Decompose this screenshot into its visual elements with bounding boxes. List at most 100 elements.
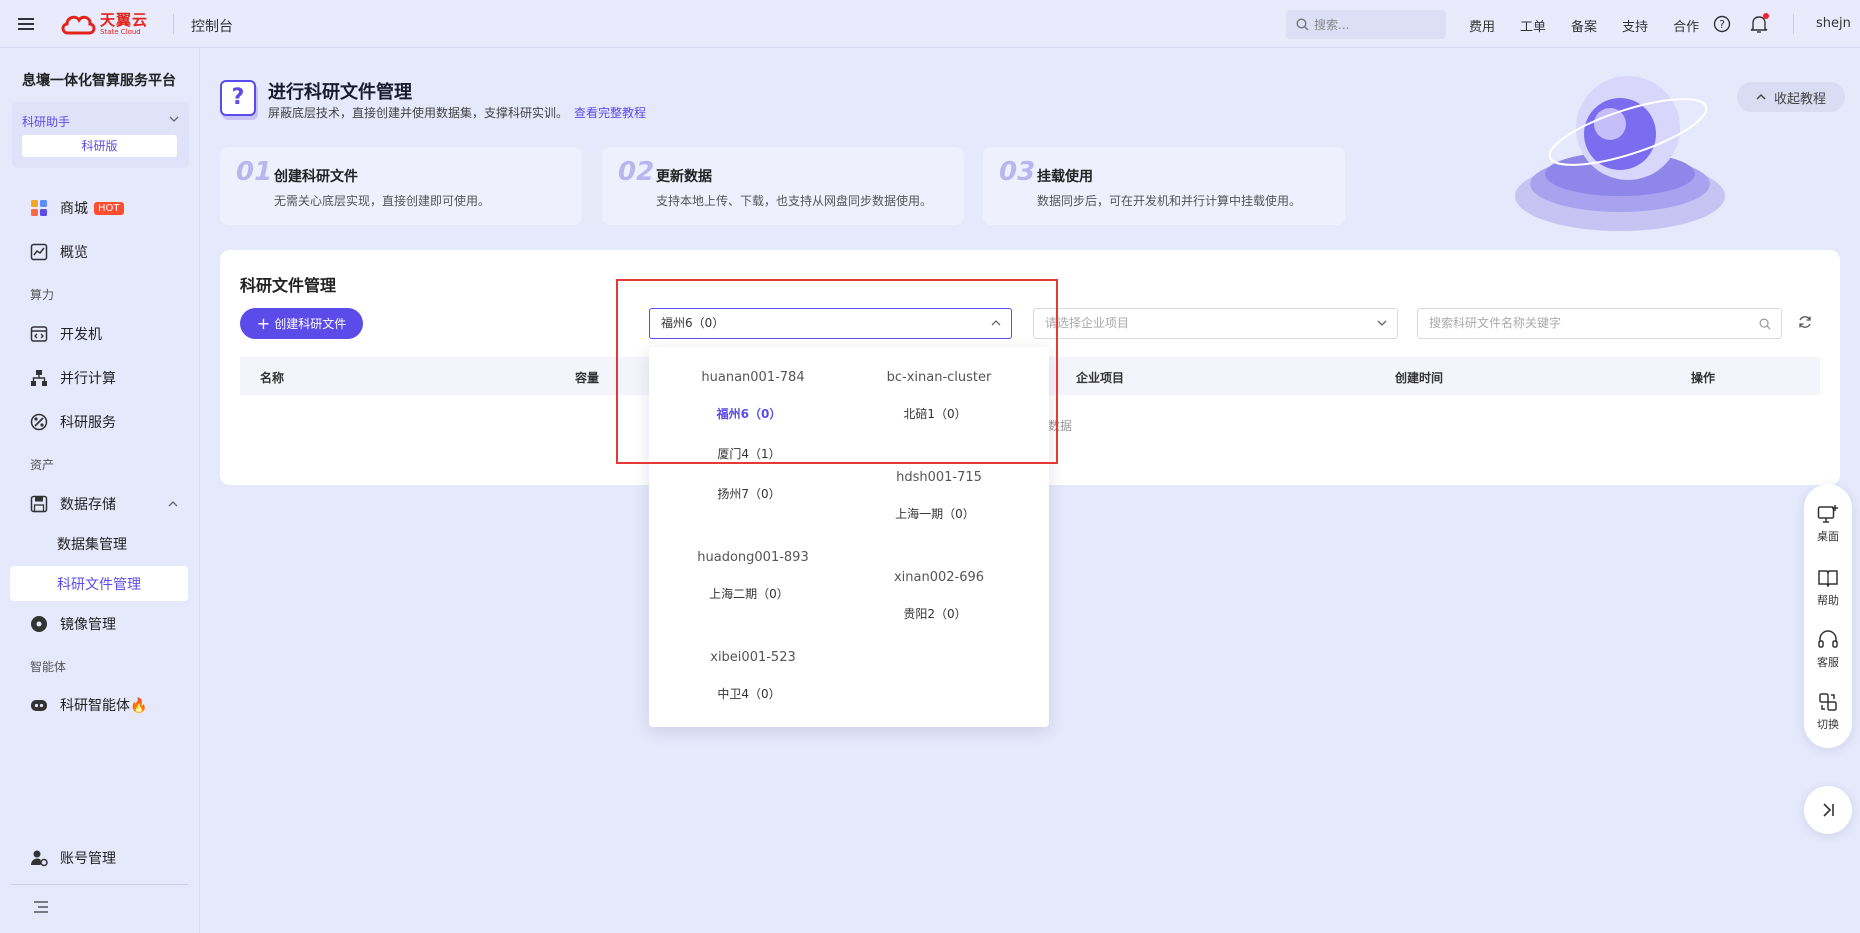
nav-filing[interactable]: 备案 (1571, 16, 1597, 35)
assistant-label: 科研助手 (22, 115, 71, 129)
sidebar-item-parallel[interactable]: 并行计算 (30, 368, 116, 388)
step-number: 02 (618, 157, 655, 187)
step-card: 02 更新数据 支持本地上传、下载，也支持从网盘同步数据使用。 (602, 147, 964, 225)
sidebar-item-label: 开发机 (60, 327, 102, 343)
divider (1793, 14, 1794, 34)
top-nav: 费用 工单 备案 支持 合作 (1469, 16, 1724, 35)
floating-toolbar: 桌面 帮助 客服 切换 (1804, 484, 1852, 748)
step-description: 无需关心底层实现，直接创建即可使用。 (274, 194, 491, 208)
sidebar-item-image-mgmt[interactable]: 镜像管理 (30, 614, 116, 634)
logo[interactable]: 天翼云 State Cloud (60, 11, 148, 37)
sidebar-item-account[interactable]: 账号管理 (30, 848, 116, 868)
step-description: 支持本地上传、下载，也支持从网盘同步数据使用。 (656, 194, 933, 208)
section-compute: 算力 (30, 288, 55, 302)
subtitle-text: 屏蔽底层技术，直接创建并使用数据集，支撑科研实训。 (268, 106, 569, 120)
sidebar-item-overview[interactable]: 概览 (30, 242, 88, 262)
cluster-label: xibei001-523 (710, 650, 796, 665)
sidebar-item-mall[interactable]: 商城 HOT (30, 198, 124, 218)
step-title: 创建科研文件 (274, 169, 358, 185)
edition-badge[interactable]: 科研版 (22, 135, 177, 157)
divider (10, 884, 188, 885)
notification-dot (1763, 13, 1769, 19)
cluster-label: xinan002-696 (893, 570, 985, 585)
cluster-label: hdsh001-715 (896, 470, 982, 485)
chevron-down-icon (169, 116, 179, 122)
switch-button[interactable]: 切换 (1804, 692, 1852, 732)
keyword-search-input[interactable]: 搜索科研文件名称关键字 (1417, 308, 1782, 339)
question-book-icon: ? (220, 80, 256, 116)
step-description: 数据同步后，可在开发机和并行计算中挂载使用。 (1037, 194, 1302, 208)
sidebar-item-label: 科研服务 (60, 415, 116, 431)
column-header-created: 创建时间 (1395, 371, 1444, 385)
desktop-button[interactable]: 桌面 (1804, 504, 1852, 544)
cluster-label: huadong001-893 (697, 550, 809, 565)
sidebar-item-dataset-mgmt[interactable]: 数据集管理 (57, 534, 127, 554)
region-option[interactable]: 上海二期（0） (669, 585, 829, 602)
create-file-button[interactable]: + 创建科研文件 (240, 308, 363, 339)
region-option[interactable]: 贵阳2（0） (855, 605, 1015, 622)
project-select[interactable]: 请选择企业项目 (1033, 308, 1398, 339)
hamburger-menu-icon[interactable] (17, 15, 35, 33)
region-option[interactable]: 中卫4（0） (669, 685, 829, 702)
user-menu[interactable]: shejn (1816, 16, 1851, 31)
section-agent: 智能体 (30, 660, 67, 674)
logo-text: 天翼云 (100, 10, 149, 29)
nav-support[interactable]: 支持 (1622, 16, 1648, 35)
assistant-selector[interactable]: 科研助手 科研版 (12, 102, 189, 168)
step-card: 03 挂载使用 数据同步后，可在开发机和并行计算中挂载使用。 (983, 147, 1345, 225)
region-option[interactable]: 扬州7（0） (669, 485, 829, 502)
section-assets: 资产 (30, 458, 55, 472)
console-link[interactable]: 控制台 (191, 16, 233, 36)
help-button[interactable]: 帮助 (1804, 568, 1852, 608)
mall-grid-icon (31, 200, 47, 216)
robot-icon (31, 700, 47, 711)
refresh-icon[interactable] (1798, 315, 1812, 329)
disc-icon (31, 616, 47, 632)
user-settings-icon (31, 850, 48, 867)
collapse-guide-button[interactable]: 收起教程 (1737, 82, 1845, 112)
sidebar-item-label: 账号管理 (60, 851, 116, 867)
sidebar-item-label: 镜像管理 (60, 617, 116, 633)
region-option[interactable]: 上海一期（0） (855, 505, 1015, 522)
panel-title: 科研文件管理 (240, 276, 337, 295)
nav-fees[interactable]: 费用 (1469, 16, 1495, 35)
chart-icon (30, 243, 48, 261)
customer-service-button[interactable]: 客服 (1804, 630, 1852, 670)
storage-icon (30, 495, 48, 513)
column-header-project: 企业项目 (1076, 371, 1125, 385)
column-header-capacity: 容量 (575, 371, 600, 385)
divider (173, 14, 174, 34)
sidebar-item-label: 科研智能体🔥 (60, 698, 148, 714)
step-title: 更新数据 (656, 169, 712, 185)
switch-icon (1819, 693, 1837, 711)
logo-subtext: State Cloud (100, 27, 141, 36)
global-search-input[interactable]: 搜索... (1286, 10, 1446, 39)
help-label: 帮助 (1817, 594, 1839, 607)
switch-label: 切换 (1817, 718, 1839, 731)
svg-text:?: ? (1719, 18, 1725, 31)
collapse-menu-icon[interactable] (33, 900, 49, 914)
nav-partner[interactable]: 合作 (1673, 16, 1699, 35)
platform-title: 息壤一体化智算服务平台 (22, 73, 176, 89)
chevron-up-icon (168, 501, 178, 507)
help-circle-icon[interactable]: ? (1713, 15, 1731, 33)
top-bar: 天翼云 State Cloud 控制台 搜索... 费用 工单 备案 支持 合作… (0, 0, 1860, 48)
desktop-add-icon (1817, 505, 1838, 523)
sidebar-item-storage[interactable]: 数据存储 (30, 494, 178, 514)
page-subtitle: 屏蔽底层技术，直接创建并使用数据集，支撑科研实训。 查看完整教程 (268, 104, 646, 121)
nav-tickets[interactable]: 工单 (1520, 16, 1546, 35)
hot-badge: HOT (94, 201, 124, 215)
sidebar-item-devbox[interactable]: 开发机 (30, 324, 102, 344)
step-number: 01 (236, 157, 273, 187)
network-icon (31, 370, 47, 386)
decorative-globe-illustration (1515, 76, 1725, 231)
tutorial-link[interactable]: 查看完整教程 (574, 106, 646, 120)
expand-panel-button[interactable] (1804, 786, 1852, 834)
collapse-guide-label: 收起教程 (1773, 91, 1826, 107)
sidebar-item-agent[interactable]: 科研智能体🔥 (30, 695, 147, 715)
sidebar-item-label: 并行计算 (60, 371, 116, 387)
customer-service-label: 客服 (1817, 656, 1839, 669)
sidebar-item-label: 概览 (60, 245, 88, 261)
book-icon (1818, 570, 1838, 588)
sidebar-item-research-service[interactable]: 科研服务 (30, 412, 116, 432)
